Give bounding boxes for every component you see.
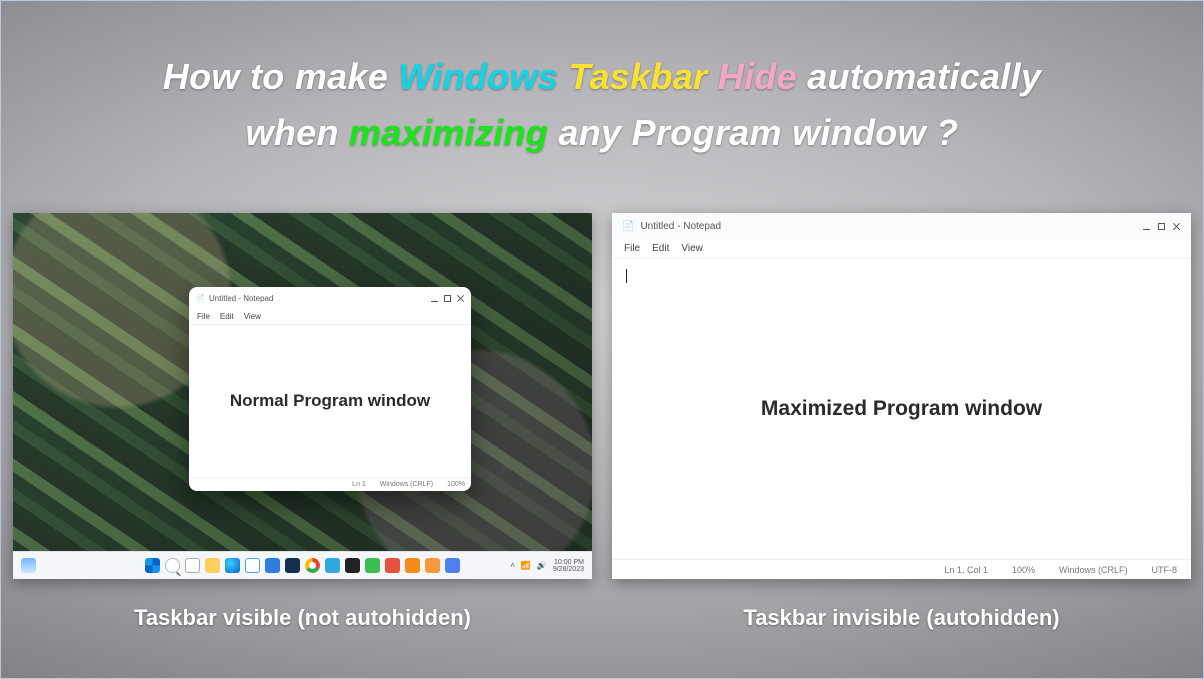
start-icon[interactable] <box>145 558 160 573</box>
search-icon[interactable] <box>165 558 180 573</box>
headline-word-windows: Windows <box>398 56 558 97</box>
caption-maximized: Taskbar invisible (autohidden) <box>743 605 1059 631</box>
panel-maximized: 📄 Untitled - Notepad File Edit View Maxi… <box>612 213 1191 631</box>
screenshot-maximized: 📄 Untitled - Notepad File Edit View Maxi… <box>612 213 1191 579</box>
app-icon[interactable] <box>445 558 460 573</box>
maximize-icon[interactable] <box>443 294 452 303</box>
window-menubar: File Edit View <box>189 309 471 325</box>
menu-view[interactable]: View <box>244 312 261 321</box>
status-item: UTF-8 <box>1152 565 1178 575</box>
mail-icon[interactable] <box>265 558 280 573</box>
window-menubar: File Edit View <box>612 239 1191 259</box>
file-explorer-icon[interactable] <box>205 558 220 573</box>
headline-word-hide: Hide <box>718 56 797 97</box>
app-icon[interactable] <box>365 558 380 573</box>
taskview-icon[interactable] <box>185 558 200 573</box>
vlc-icon[interactable] <box>405 558 420 573</box>
window-title: Untitled - Notepad <box>209 294 273 303</box>
store-icon[interactable] <box>245 558 260 573</box>
status-item: 100% <box>447 481 465 488</box>
minimize-icon[interactable] <box>430 294 439 303</box>
menu-file[interactable]: File <box>624 243 640 254</box>
notepad-window-maximized: 📄 Untitled - Notepad File Edit View Maxi… <box>612 213 1191 579</box>
taskbar[interactable]: ˄ 📶 🔊 10:00 PM 9/28/2023 <box>13 551 592 579</box>
volume-icon[interactable]: 🔊 <box>537 562 547 570</box>
wifi-icon[interactable]: 📶 <box>521 562 531 570</box>
status-item: 100% <box>1012 565 1035 575</box>
headline-text: any Program window ? <box>548 112 958 153</box>
terminal-icon[interactable] <box>345 558 360 573</box>
close-icon[interactable] <box>1172 222 1181 231</box>
minimize-icon[interactable] <box>1142 222 1151 231</box>
headline-word-maximizing: maximizing <box>349 112 548 153</box>
status-item: Ln 1, Col 1 <box>944 565 988 575</box>
window-statusbar: Ln 1 Windows (CRLF) 100% <box>189 477 471 491</box>
vscode-icon[interactable] <box>325 558 340 573</box>
menu-edit[interactable]: Edit <box>652 243 669 254</box>
menu-edit[interactable]: Edit <box>220 312 234 321</box>
window-titlebar: 📄 Untitled - Notepad <box>189 287 471 309</box>
window-statusbar: Ln 1, Col 1 100% Windows (CRLF) UTF-8 <box>612 559 1191 579</box>
window-body-label: Normal Program window <box>189 325 471 477</box>
menu-view[interactable]: View <box>681 243 703 254</box>
caption-normal: Taskbar visible (not autohidden) <box>134 605 471 631</box>
headline-text: when <box>246 112 350 153</box>
app-icon: 📄 <box>622 221 634 232</box>
app-icon[interactable] <box>425 558 440 573</box>
status-item: Ln 1 <box>352 481 366 488</box>
screenshot-normal: 📄 Untitled - Notepad File Edit View Norm… <box>13 213 592 579</box>
taskbar-systray[interactable]: ˄ 📶 🔊 10:00 PM 9/28/2023 <box>466 559 584 573</box>
restore-icon[interactable] <box>1157 222 1166 231</box>
headline-text: How to make <box>163 56 399 97</box>
chevron-up-icon[interactable]: ˄ <box>510 562 515 570</box>
headline-word-taskbar: Taskbar <box>569 56 708 97</box>
window-title: Untitled - Notepad <box>640 221 721 232</box>
headline-line-1: How to make Windows Taskbar Hide automat… <box>1 49 1203 105</box>
menu-file[interactable]: File <box>197 312 210 321</box>
text-caret <box>626 269 627 283</box>
window-titlebar: 📄 Untitled - Notepad <box>612 213 1191 239</box>
status-item: Windows (CRLF) <box>1059 565 1128 575</box>
taskbar-clock[interactable]: 10:00 PM 9/28/2023 <box>553 559 584 573</box>
comparison-row: 📄 Untitled - Notepad File Edit View Norm… <box>13 213 1191 631</box>
close-icon[interactable] <box>456 294 465 303</box>
taskbar-center <box>145 558 460 573</box>
headline-text: automatically <box>797 56 1041 97</box>
app-icon: 📄 <box>195 294 205 303</box>
music-icon[interactable] <box>385 558 400 573</box>
chrome-icon[interactable] <box>305 558 320 573</box>
headline: How to make Windows Taskbar Hide automat… <box>1 49 1203 161</box>
window-body-label: Maximized Program window <box>761 397 1042 421</box>
edge-icon[interactable] <box>225 558 240 573</box>
window-body: Maximized Program window <box>612 259 1191 559</box>
headline-line-2: when maximizing any Program window ? <box>1 105 1203 161</box>
panel-normal: 📄 Untitled - Notepad File Edit View Norm… <box>13 213 592 631</box>
notepad-window-normal: 📄 Untitled - Notepad File Edit View Norm… <box>189 287 471 491</box>
status-item: Windows (CRLF) <box>380 481 433 488</box>
taskbar-widgets[interactable] <box>21 558 139 573</box>
steam-icon[interactable] <box>285 558 300 573</box>
widgets-icon[interactable] <box>21 558 36 573</box>
